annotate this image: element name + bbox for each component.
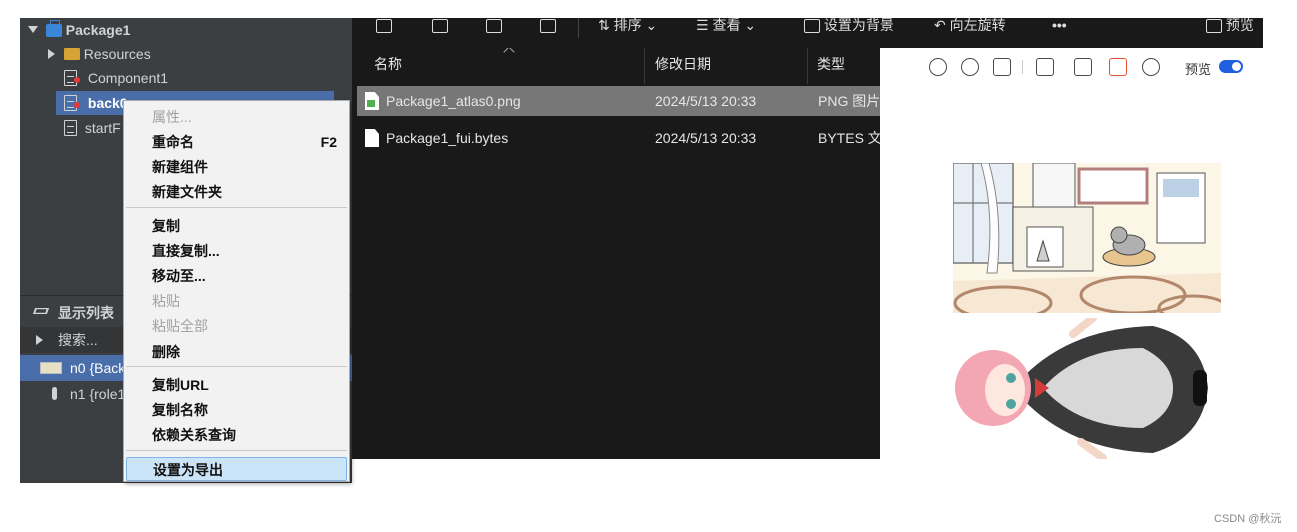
explorer-toolbar: ⇅ 排序 ⌄ ☰ 查看 ⌄ 设置为背景 ↶ 向左旋转 ••• 预览 [352,18,1263,48]
collapsed-arrow-icon[interactable] [48,49,55,59]
search-input[interactable]: 搜索... [58,327,98,353]
column-divider[interactable] [807,48,808,84]
rename-icon[interactable] [486,18,502,40]
set-background-label: 设置为背景 [823,18,894,33]
collapsed-arrow-icon[interactable] [36,335,43,345]
column-header-name[interactable]: 名称 [374,54,402,74]
menu-item-copy[interactable]: 复制 [124,214,349,238]
zoom-in-icon[interactable] [961,58,979,76]
context-menu: 属性... 重命名 F2 新建组件 新建文件夹 复制 直接复制... 移动至..… [123,100,350,482]
menu-item-set-export[interactable]: 设置为导出 [126,457,347,481]
menu-separator [126,207,347,208]
menu-item-label: 重命名 [152,134,194,150]
watermark: CSDN @秋沅 [1214,513,1282,525]
file-date: 2024/5/13 20:33 [655,130,757,146]
display-item-label: n0 {Back [70,360,126,376]
column-divider[interactable] [644,48,645,84]
sort-up-icon [503,46,515,58]
export-marker-icon [74,102,80,108]
folder-icon [63,48,80,60]
tree-item-resources[interactable]: Resources [48,42,151,66]
help-icon[interactable] [1142,58,1160,76]
file-type: PNG 图片 [818,93,880,109]
tree-item-label: Resources [83,46,151,62]
sort-button[interactable]: ⇅ 排序 ⌄ [598,18,657,40]
menu-item-rename[interactable]: 重命名 F2 [124,130,349,154]
new-icon[interactable] [376,18,392,40]
preview-pane-label: 预览 [1225,18,1254,33]
menu-item-delete[interactable]: 删除 [124,340,349,364]
atlas-character-image [955,318,1208,459]
display-list-title: 显示列表 [58,305,114,321]
copy-image-icon[interactable] [1036,58,1054,76]
file-date: 2024/5/13 20:33 [655,93,757,109]
sort-label: 排序 [613,18,642,33]
set-background-button[interactable]: 设置为背景 [804,18,894,40]
display-item-label: n1 {role1 [70,386,126,402]
preview-toggle[interactable] [1219,60,1243,73]
component-file-icon [64,120,77,136]
preview-label: 预览 [1185,62,1212,77]
file-row-bytes[interactable]: Package1_fui.bytes 2024/5/13 20:33 BYTES… [357,123,880,153]
character-icon [52,387,57,400]
copy-icon[interactable] [432,18,448,40]
edit-image-icon[interactable] [1074,58,1092,76]
menu-item-dependency-query[interactable]: 依赖关系查询 [124,423,349,447]
tree-item-start[interactable]: startF [64,116,121,140]
png-file-icon [365,92,379,110]
menu-item-move-to[interactable]: 移动至... [124,264,349,288]
atlas-room-image [953,163,1221,313]
export-marker-icon [74,77,80,83]
delete-icon[interactable] [540,18,556,40]
file-row-atlas[interactable]: Package1_atlas0.png 2024/5/13 20:33 PNG … [357,86,880,116]
column-header-type[interactable]: 类型 [817,54,845,74]
toolbar-divider [578,18,579,38]
menu-item-paste-all[interactable]: 粘贴全部 [124,314,349,338]
view-label: 查看 [712,18,741,33]
tree-item-label: Component1 [87,70,169,86]
layers-icon [32,308,50,314]
package-icon [45,20,62,37]
package-name: Package1 [65,22,131,38]
column-header-modified[interactable]: 修改日期 [655,54,711,74]
file-name: Package1_atlas0.png [386,93,521,109]
rotate-left-label: 向左旋转 [949,18,1006,33]
menu-item-new-folder[interactable]: 新建文件夹 [124,180,349,204]
preview-pane-button[interactable]: 预览 [1206,18,1254,40]
document-file-icon [365,129,379,147]
tree-item-component1[interactable]: Component1 [64,66,168,90]
zoom-out-icon[interactable] [929,58,947,76]
more-button[interactable]: ••• [1052,18,1067,40]
menu-item-duplicate[interactable]: 直接复制... [124,239,349,263]
menu-item-copy-name[interactable]: 复制名称 [124,398,349,422]
menu-item-paste[interactable]: 粘贴 [124,289,349,313]
tree-item-label: back0 [87,95,128,111]
expand-arrow-icon[interactable] [28,26,38,33]
apps-icon[interactable] [1109,58,1127,76]
menu-item-new-component[interactable]: 新建组件 [124,155,349,179]
image-thumbnail-icon [40,362,62,374]
menu-item-properties[interactable]: 属性... [124,105,349,129]
preview-pane: 预览 [880,48,1263,459]
menu-separator [126,450,347,451]
file-explorer: 名称 修改日期 类型 Package1_atlas0.png 2024/5/13… [352,18,880,459]
print-icon[interactable] [993,58,1011,76]
tree-item-package[interactable]: Package1 [28,18,130,42]
menu-separator [126,366,347,367]
menu-shortcut: F2 [320,134,337,150]
file-name: Package1_fui.bytes [386,130,509,146]
file-type: BYTES 文 [818,130,880,146]
menu-item-copy-url[interactable]: 复制URL [124,373,349,397]
toolbar-divider [1022,60,1023,74]
tree-item-label: startF [84,120,121,136]
view-button[interactable]: ☰ 查看 ⌄ [696,18,756,40]
rotate-left-button[interactable]: ↶ 向左旋转 [934,18,1006,40]
